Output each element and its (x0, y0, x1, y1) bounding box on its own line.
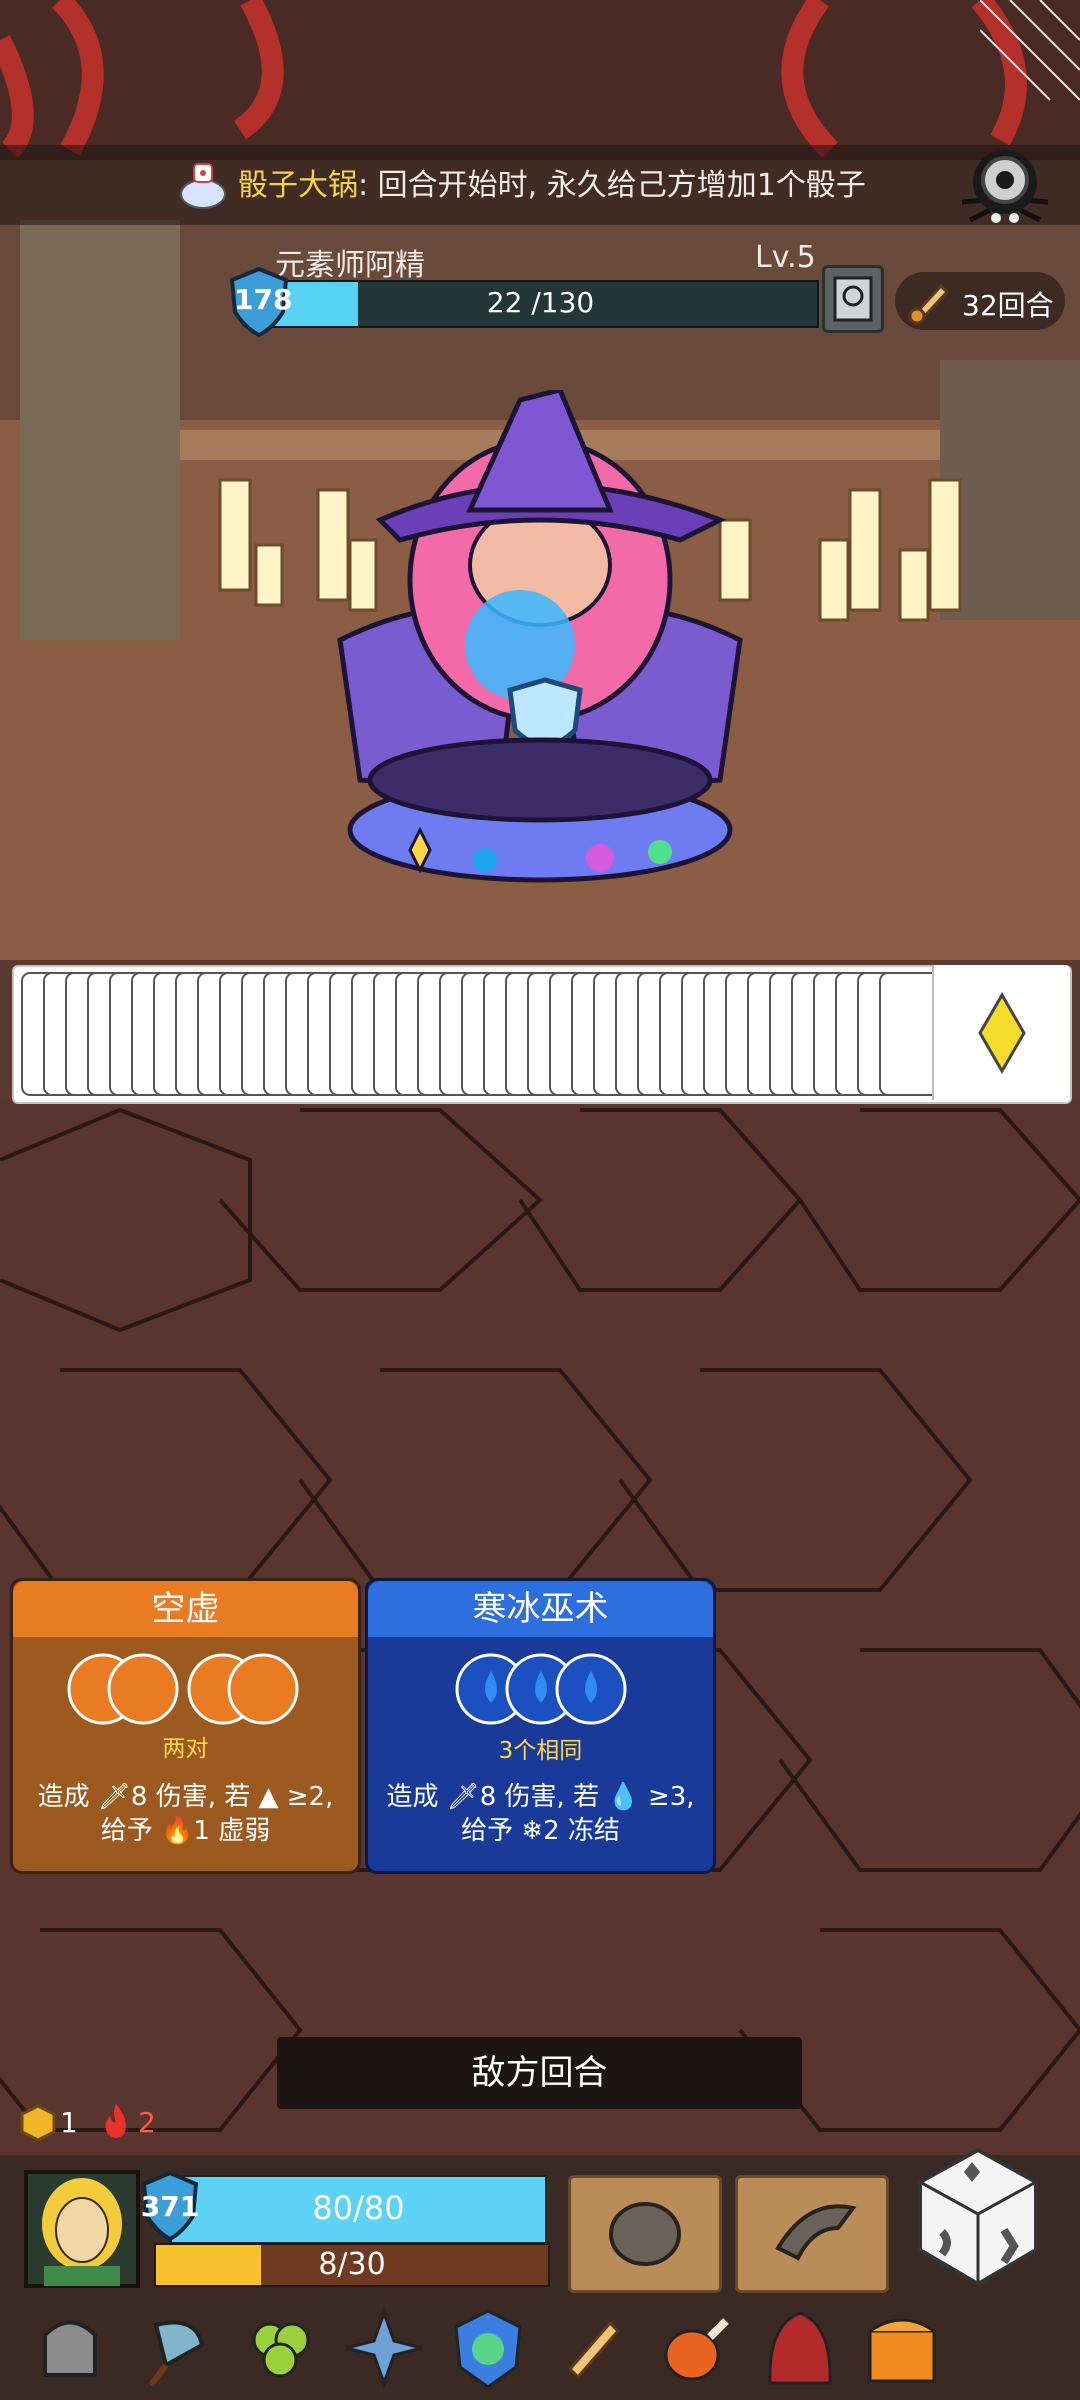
scroll-item-icon[interactable] (552, 2305, 632, 2391)
card-title: 空虚 (13, 1581, 358, 1637)
enemy-level: Lv.5 (755, 240, 816, 275)
gold-cube-icon (20, 2104, 56, 2142)
fire-count: 2 (138, 2106, 156, 2139)
skill-slot-fist[interactable] (568, 2175, 722, 2293)
dice-stack (21, 972, 1001, 1096)
relic-effect: 回合开始时, 永久给己方增加1个骰子 (377, 168, 866, 203)
player-avatar[interactable] (24, 2170, 140, 2288)
enemy-turn-indicator: 敌方回合 (277, 2037, 802, 2109)
player-hp-bar: 80/80 (170, 2175, 547, 2244)
horn-icon (775, 2204, 857, 2261)
enemy-info-button[interactable] (822, 265, 884, 333)
enemy-info-icon (833, 276, 873, 322)
dice-cauldron-icon (180, 163, 226, 209)
gold-count: 1 (60, 2106, 78, 2139)
chest-icon[interactable] (862, 2305, 942, 2391)
enemy-armor-value: 178 (234, 283, 293, 316)
enemy-hp-bar: 22 /130 (262, 280, 819, 328)
witch-enemy-sprite[interactable] (320, 390, 760, 920)
fire-icon (105, 2104, 126, 2138)
skill-card-void[interactable]: 空虚 两对 造成 🗡8 伤害, 若 ▲ ≥2, 给予 🔥1 虚弱 (10, 1578, 361, 1874)
three-water-dice-icon (455, 1653, 627, 1725)
compass-icon[interactable] (344, 2305, 424, 2391)
hood-icon[interactable] (760, 2305, 840, 2391)
enemy-name: 元素师阿精 (275, 248, 425, 283)
spider-web-icon (980, 0, 1080, 101)
roll-dice-button[interactable] (912, 2142, 1044, 2292)
skill-card-ice-sorcery[interactable]: 寒冰巫术 3个相同 造成 🗡8 伤害, 若 💧 ≥3, 给予 ❄2 冻结 (365, 1578, 716, 1874)
relic-description: 骰子大锅: 回合开始时, 永久给己方增加1个骰子 (238, 160, 866, 204)
card-description-line1: 造成 🗡8 伤害, 若 ▲ ≥2, (37, 1782, 334, 1812)
axe-icon[interactable] (136, 2305, 216, 2391)
turn-counter: 32回合 (962, 289, 1054, 322)
mask-icon[interactable] (448, 2305, 528, 2391)
meat-icon[interactable] (656, 2305, 736, 2391)
diamond-die-icon (978, 992, 1026, 1074)
player-xp-bar: 8/30 (154, 2243, 550, 2287)
dice-pool-row[interactable] (12, 965, 1072, 1104)
clover-icon[interactable] (240, 2305, 320, 2391)
two-pair-dice-icon (67, 1653, 299, 1725)
active-die[interactable] (932, 965, 1070, 1100)
card-requirement: 3个相同 (498, 1738, 583, 1764)
player-xp-text: 8/30 (318, 2247, 386, 2282)
player-armor-value: 371 (140, 2190, 200, 2223)
relic-separator: : (358, 168, 369, 203)
relic-name: 骰子大锅 (238, 168, 358, 203)
iron-fist-icon (609, 2202, 681, 2266)
card-description-line2: 给予 🔥1 虚弱 (100, 1816, 271, 1846)
scroll-icon (908, 283, 950, 325)
helmet-icon[interactable] (30, 2305, 110, 2391)
card-description-line2: 给予 ❄2 冻结 (461, 1816, 620, 1846)
enemy-hp-text: 22 /130 (486, 286, 595, 319)
player-hp-text: 80/80 (312, 2189, 405, 2227)
skill-slot-horn[interactable] (735, 2175, 889, 2293)
card-title: 寒冰巫术 (368, 1581, 713, 1637)
card-description-line1: 造成 🗡8 伤害, 若 💧 ≥3, (386, 1782, 695, 1812)
card-requirement: 两对 (162, 1736, 209, 1762)
settings-gear-icon[interactable] (950, 140, 1060, 230)
